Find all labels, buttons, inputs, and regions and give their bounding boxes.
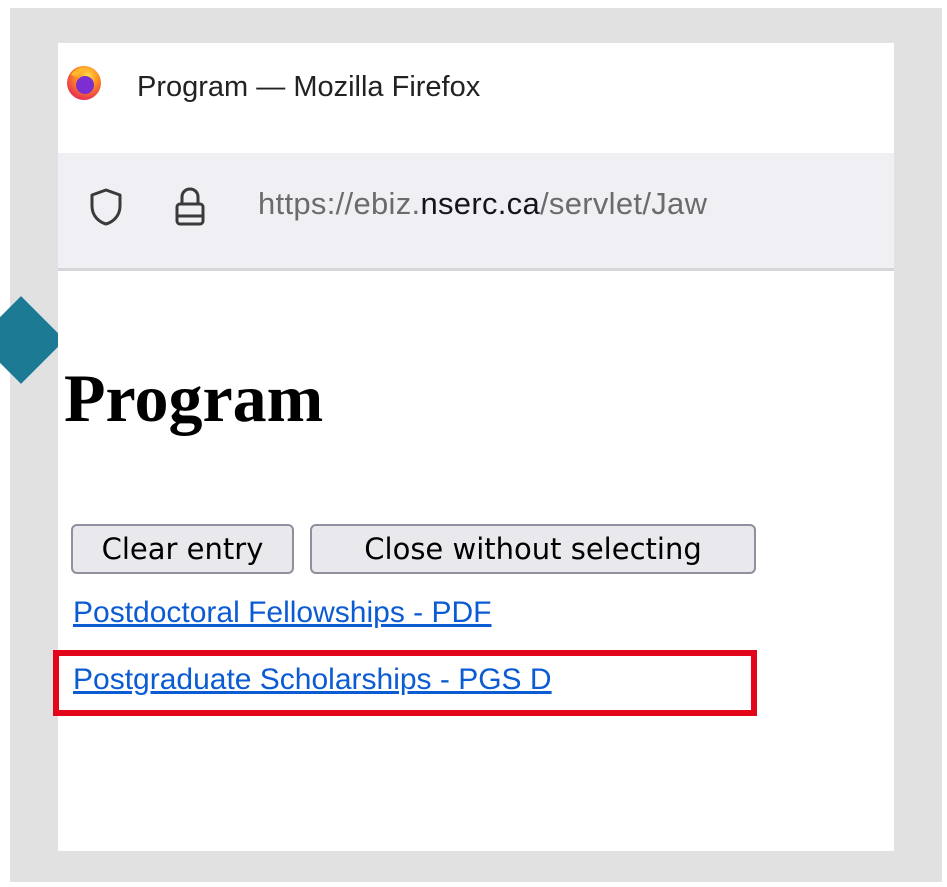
shield-icon[interactable] [88,187,124,227]
title-bar: Program — Mozilla Firefox [58,43,894,153]
close-without-selecting-button[interactable]: Close without selecting [310,524,756,574]
highlight-box [53,650,757,716]
firefox-logo-icon [67,66,101,100]
lock-icon[interactable] [173,186,207,228]
url-path: /servlet/Jaw [540,186,708,221]
page-title: Program [64,360,324,436]
url-prefix: https://ebiz. [258,186,421,221]
browser-window: Program — Mozilla Firefox https://ebiz.n… [58,43,894,851]
program-link-pdf[interactable]: Postdoctoral Fellowships - PDF [73,596,491,630]
clear-entry-button[interactable]: Clear entry [71,524,294,574]
url-text[interactable]: https://ebiz.nserc.ca/servlet/Jaw [258,186,707,222]
url-host: nserc.ca [420,186,540,221]
window-title: Program — Mozilla Firefox [137,71,481,103]
toolbar-divider [58,268,894,271]
arrow-pointer-icon [0,296,65,384]
